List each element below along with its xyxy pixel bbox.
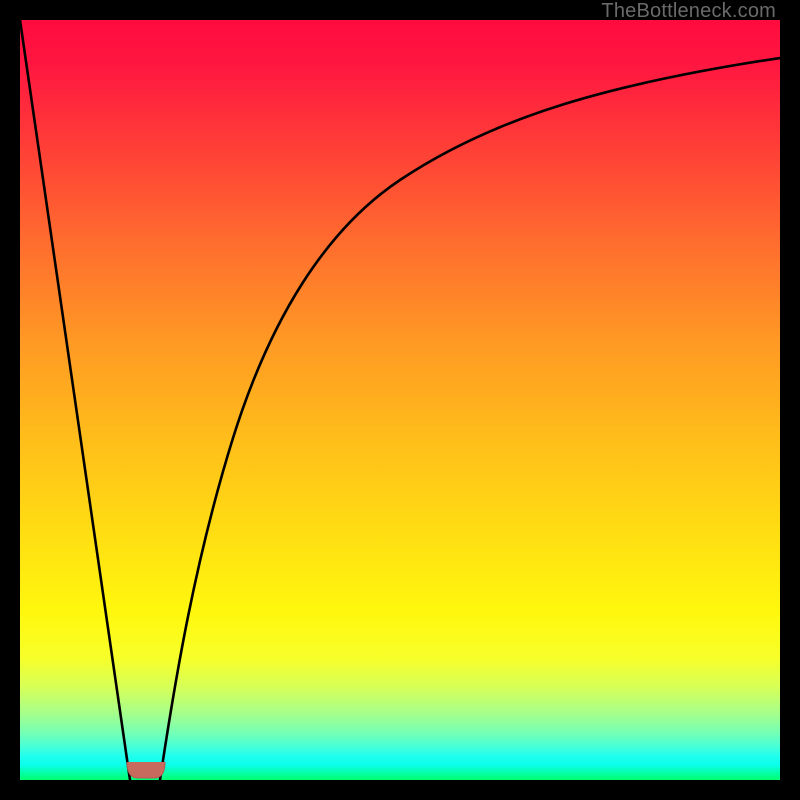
watermark-text: TheBottleneck.com [601,0,776,23]
curve-layer [20,20,780,780]
valley-marker [127,762,165,778]
curve-left [20,20,130,780]
plot-area [20,20,780,780]
curve-right [160,58,780,780]
chart-frame: TheBottleneck.com [0,0,800,800]
